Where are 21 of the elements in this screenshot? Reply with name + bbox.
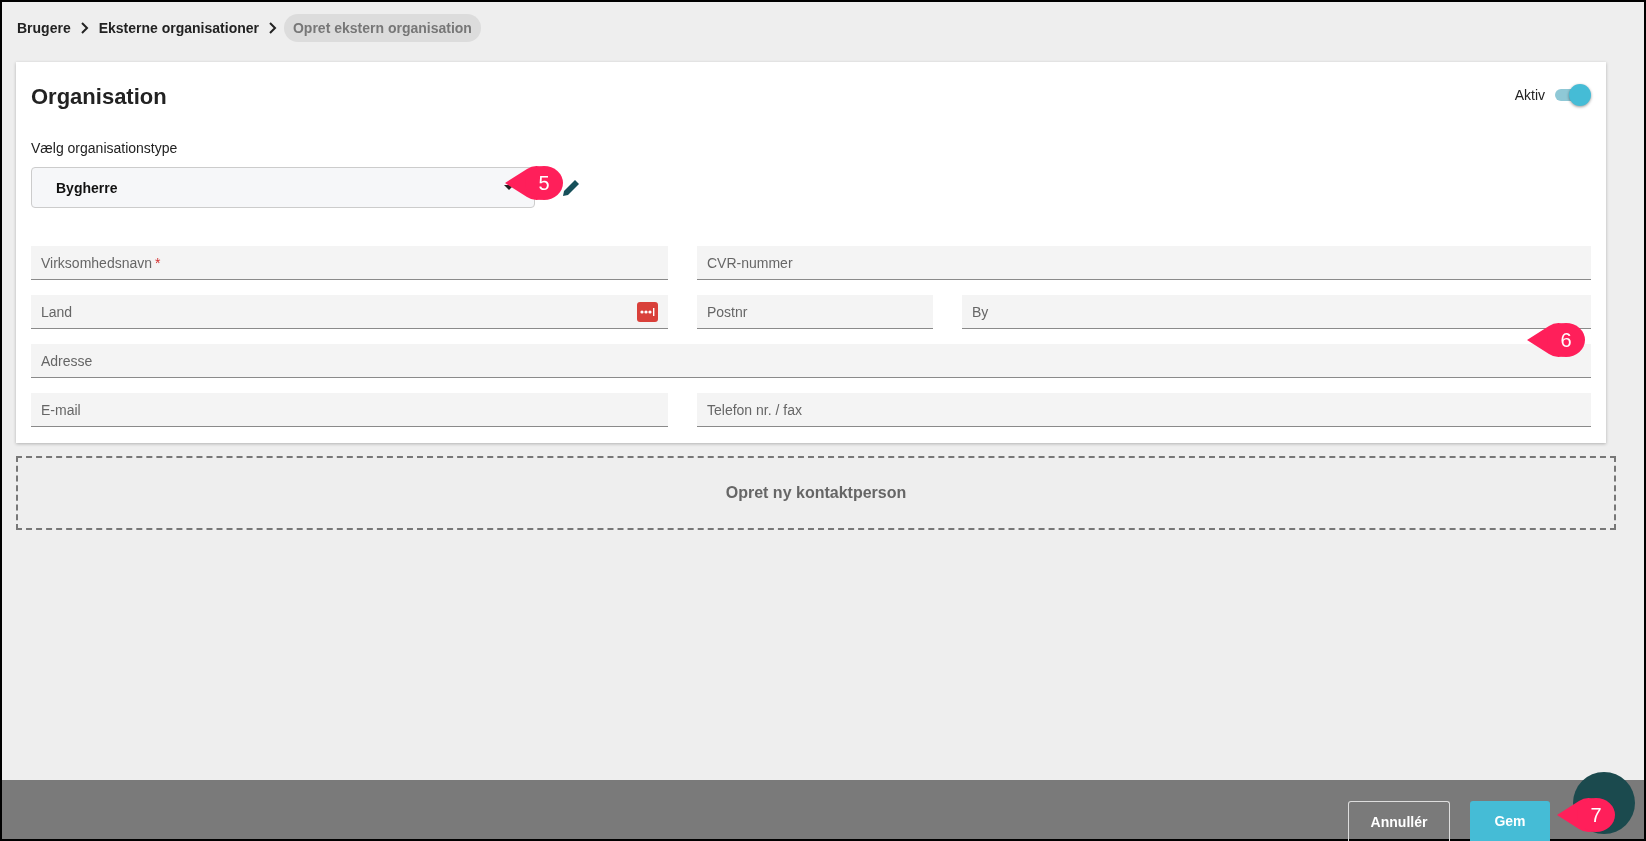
input-field[interactable]: Postnr [697, 295, 933, 329]
input-field[interactable]: Virksomhedsnavn * [31, 246, 668, 280]
input-field[interactable]: Telefon nr. / fax [697, 393, 1591, 427]
input-field[interactable]: By [962, 295, 1591, 329]
card-title: Organisation [31, 84, 167, 110]
chevron-right-icon [79, 22, 90, 34]
chevron-right-icon [267, 22, 278, 34]
active-toggle[interactable] [1553, 83, 1591, 107]
add-contact-button[interactable]: Opret ny kontaktperson [16, 456, 1616, 530]
password-manager-icon[interactable] [637, 301, 658, 322]
cancel-button[interactable]: Annullér [1348, 801, 1450, 841]
pencil-icon[interactable] [561, 177, 581, 198]
toggle-label: Aktiv [1514, 87, 1545, 103]
breadcrumb-current: Opret ekstern organisation [283, 14, 481, 42]
input-field[interactable]: E-mail [31, 393, 668, 427]
field-label: Vælg organisationstype [31, 140, 178, 156]
type-dropdown[interactable]: Bygherre [31, 167, 535, 208]
input-field[interactable]: CVR-nummer [697, 246, 1591, 280]
breadcrumb-link[interactable]: Eksterne organisationer [95, 14, 262, 42]
breadcrumb-link[interactable]: Brugere [14, 14, 74, 42]
input-field[interactable]: Land [31, 295, 668, 329]
